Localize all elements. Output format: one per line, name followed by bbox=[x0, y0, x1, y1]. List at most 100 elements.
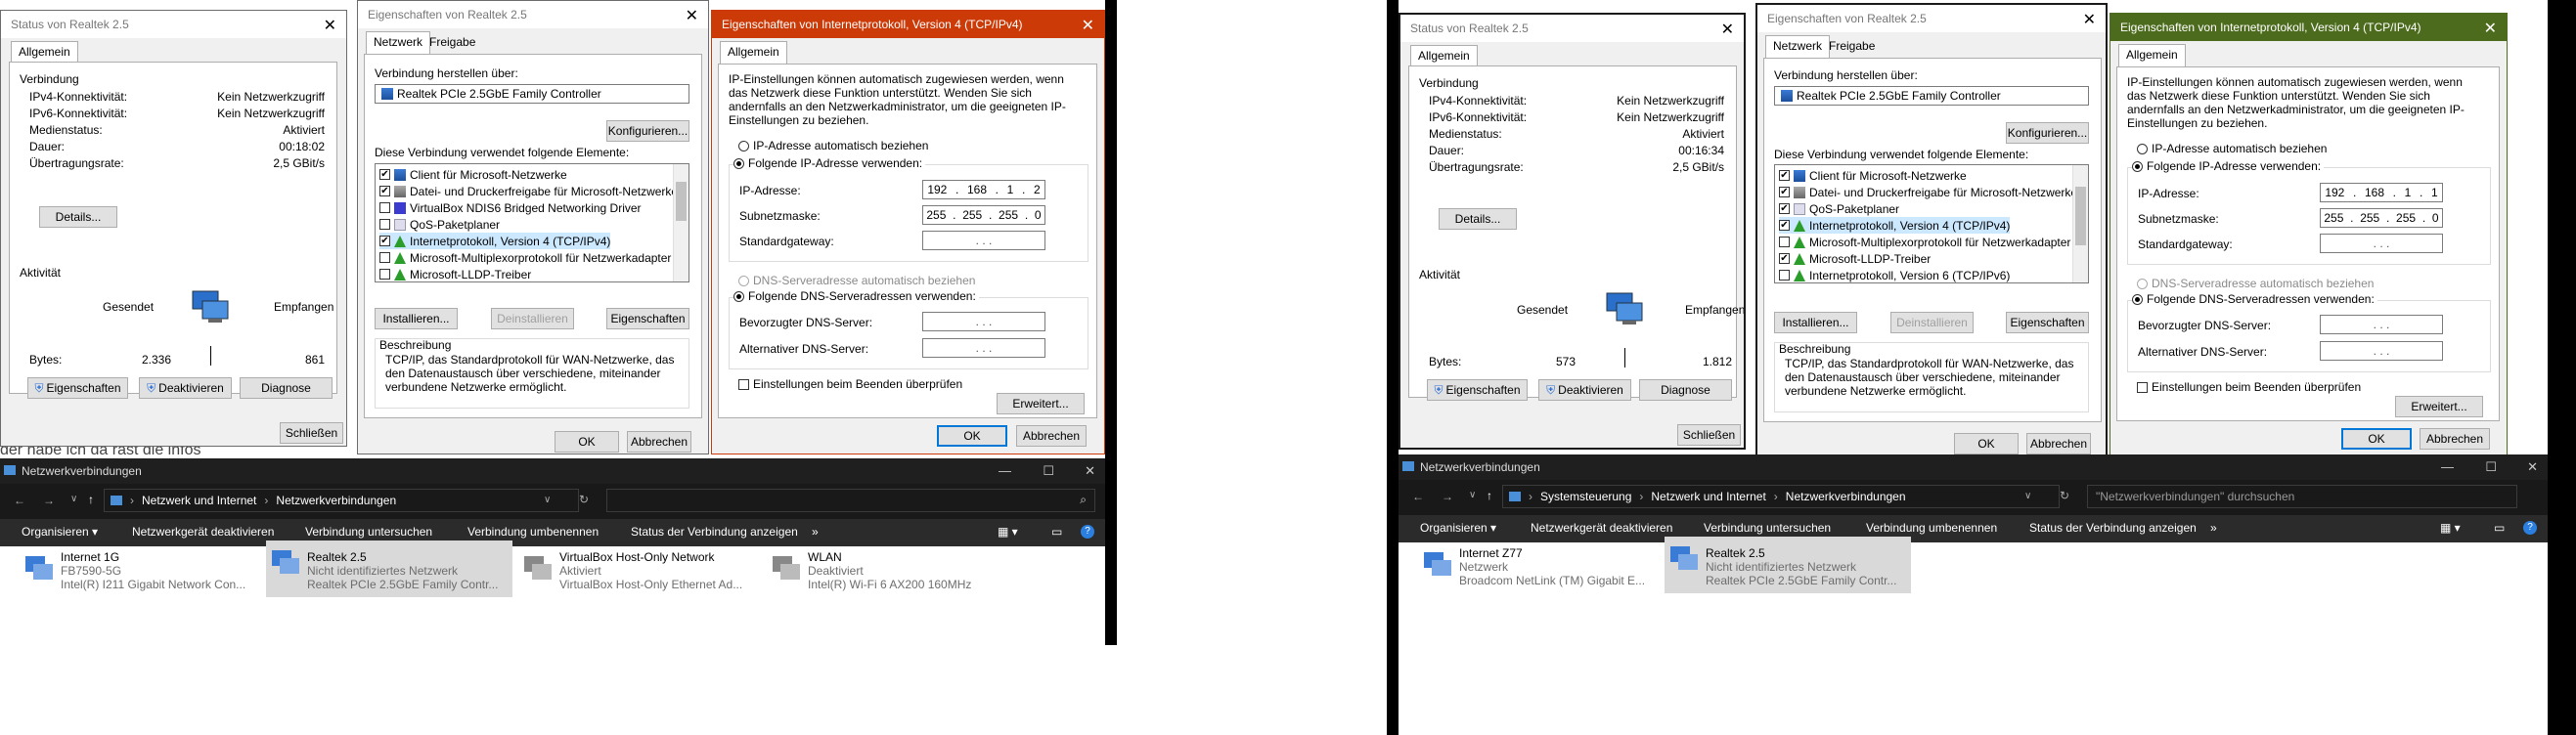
advanced-button[interactable]: Erweitert... bbox=[2395, 396, 2483, 417]
manual-ip-radio[interactable]: Folgende IP-Adresse verwenden: bbox=[2132, 159, 2325, 173]
checkbox[interactable] bbox=[379, 269, 390, 280]
ipv4-titlebar[interactable]: Eigenschaften von Internetprotokoll, Ver… bbox=[2110, 14, 2507, 41]
diagnose-button[interactable]: Diagnose bbox=[240, 377, 333, 399]
checkbox[interactable]: ✔ bbox=[379, 236, 390, 246]
checkbox[interactable]: ✔ bbox=[379, 169, 390, 180]
preview-pane-icon[interactable]: ▭ bbox=[1051, 525, 1062, 539]
list-item[interactable]: VirtualBox NDIS6 Bridged Networking Driv… bbox=[379, 199, 642, 216]
ok-button[interactable]: OK bbox=[1954, 433, 2019, 454]
more-button[interactable]: » bbox=[2210, 521, 2217, 535]
forward-icon[interactable]: → bbox=[43, 494, 55, 507]
list-item[interactable]: ✔ Client für Microsoft-Netzwerke bbox=[1779, 167, 1967, 184]
install-button[interactable]: Installieren... bbox=[375, 308, 458, 329]
configure-button[interactable]: Konfigurieren... bbox=[2006, 122, 2089, 144]
elements-list[interactable]: ✔ Client für Microsoft-Netzwerke ✔ Datei- … bbox=[1774, 164, 2089, 283]
list-item-selected[interactable]: ✔ Internetprotokoll, Version 4 (TCP/IPv4) bbox=[379, 233, 611, 249]
advanced-button[interactable]: Erweitert... bbox=[997, 393, 1085, 414]
search-input[interactable]: "Netzwerkverbindungen" durchsuchen bbox=[2087, 485, 2517, 508]
mask-input[interactable]: 255. 255. 255. 0 bbox=[2320, 208, 2443, 228]
list-item[interactable]: ✔ Datei- und Druckerfreigabe für Microsof… bbox=[1779, 184, 2077, 200]
maximize-icon[interactable]: ☐ bbox=[1043, 463, 1054, 479]
close-icon[interactable]: ✕ bbox=[2484, 19, 2497, 38]
up-icon[interactable]: ↑ bbox=[88, 493, 94, 506]
view-options-icon[interactable]: ▦ ▾ bbox=[2440, 521, 2461, 535]
rename-button[interactable]: Verbindung umbenennen bbox=[1866, 521, 1997, 535]
checkbox[interactable] bbox=[379, 202, 390, 213]
manual-ip-radio[interactable]: Folgende IP-Adresse verwenden: bbox=[733, 156, 926, 170]
disable-button[interactable]: ⛨ Deaktivieren bbox=[139, 377, 232, 399]
checkbox[interactable]: ✔ bbox=[1779, 170, 1790, 181]
minimize-icon[interactable]: — bbox=[2441, 459, 2454, 474]
tab-general[interactable]: Allgemein bbox=[720, 41, 787, 64]
auto-ip-radio[interactable]: IP-Adresse automatisch beziehen bbox=[2137, 142, 2327, 155]
tab-general[interactable]: Allgemein bbox=[1410, 45, 1478, 67]
ipv4-titlebar[interactable]: Eigenschaften von Internetprotokoll, Ver… bbox=[712, 11, 1104, 38]
validate-checkbox[interactable]: Einstellungen beim Beenden überprüfen bbox=[738, 377, 962, 391]
preview-pane-icon[interactable]: ▭ bbox=[2494, 521, 2505, 535]
dns1-input[interactable]: . . . bbox=[922, 312, 1045, 331]
close-icon[interactable]: ✕ bbox=[1082, 16, 1094, 35]
cancel-button[interactable]: Abbrechen bbox=[2420, 428, 2490, 450]
cancel-button[interactable]: Abbrechen bbox=[1016, 425, 1087, 447]
cancel-button[interactable]: Abbrechen bbox=[627, 431, 691, 453]
tab-network[interactable]: Netzwerk bbox=[1765, 35, 1831, 58]
back-icon[interactable]: ← bbox=[1412, 490, 1424, 503]
maximize-icon[interactable]: ☐ bbox=[2485, 459, 2497, 475]
ok-button[interactable]: OK bbox=[2341, 428, 2412, 450]
diagnose-button[interactable]: Diagnose bbox=[1639, 379, 1732, 401]
dns2-input[interactable]: . . . bbox=[2320, 341, 2443, 361]
auto-ip-radio[interactable]: IP-Adresse automatisch beziehen bbox=[738, 139, 928, 152]
close-icon[interactable]: ✕ bbox=[686, 6, 698, 25]
properties-button[interactable]: ⛨ Eigenschaften bbox=[27, 377, 128, 399]
view-status-button[interactable]: Status der Verbindung anzeigen bbox=[631, 525, 798, 539]
cancel-button[interactable]: Abbrechen bbox=[2026, 433, 2091, 454]
diagnose-button[interactable]: Verbindung untersuchen bbox=[1704, 521, 1831, 535]
chevron-down-icon[interactable]: ∨ bbox=[1469, 490, 1476, 500]
chevron-down-icon[interactable]: ∨ bbox=[544, 495, 551, 505]
view-options-icon[interactable]: ▦ ▾ bbox=[998, 525, 1018, 539]
adapter-titlebar[interactable]: Eigenschaften von Realtek 2.5 ✕ bbox=[358, 1, 708, 28]
breadcrumb-item[interactable]: Netzwerkverbindungen bbox=[276, 494, 396, 507]
back-icon[interactable]: ← bbox=[14, 494, 25, 507]
status-titlebar[interactable]: Status von Realtek 2.5 ✕ bbox=[1, 11, 346, 38]
breadcrumb-item[interactable]: Systemsteuerung bbox=[1540, 490, 1631, 503]
checkbox[interactable]: ✔ bbox=[379, 186, 390, 196]
ok-button[interactable]: OK bbox=[555, 431, 619, 453]
chevron-down-icon[interactable]: ∨ bbox=[70, 494, 77, 504]
connection-item[interactable]: VirtualBox Host-Only Network Aktiviert V… bbox=[518, 546, 763, 597]
refresh-icon[interactable]: ↻ bbox=[579, 493, 589, 506]
gateway-input[interactable]: . . . bbox=[2320, 234, 2443, 253]
organize-button[interactable]: Organisieren ▾ bbox=[1420, 521, 1496, 535]
refresh-icon[interactable]: ↻ bbox=[2060, 489, 2069, 502]
elements-list[interactable]: ✔ Client für Microsoft-Netzwerke ✔ Datei- … bbox=[375, 163, 689, 282]
minimize-icon[interactable]: — bbox=[999, 463, 1011, 478]
configure-button[interactable]: Konfigurieren... bbox=[606, 120, 689, 142]
install-button[interactable]: Installieren... bbox=[1774, 312, 1857, 333]
close-icon[interactable]: ✕ bbox=[1721, 20, 1734, 39]
checkbox[interactable] bbox=[1779, 237, 1790, 247]
list-item[interactable]: ✔ Client für Microsoft-Netzwerke bbox=[379, 166, 567, 183]
address-field[interactable]: › Netzwerk und Internet › Netzwerkverbin… bbox=[104, 489, 579, 512]
help-icon[interactable]: ? bbox=[2523, 521, 2537, 535]
list-item[interactable]: ✔ QoS-Paketplaner bbox=[1779, 200, 1899, 217]
checkbox[interactable]: ✔ bbox=[1779, 187, 1790, 197]
properties-button[interactable]: ⛨ Eigenschaften bbox=[1427, 379, 1528, 401]
view-status-button[interactable]: Status der Verbindung anzeigen bbox=[2029, 521, 2197, 535]
more-button[interactable]: » bbox=[812, 525, 819, 539]
mask-input[interactable]: 255. 255. 255. 0 bbox=[922, 205, 1045, 225]
validate-checkbox[interactable]: Einstellungen beim Beenden überprüfen bbox=[2137, 380, 2361, 394]
disable-device-button[interactable]: Netzwerkgerät deaktivieren bbox=[132, 525, 274, 539]
manual-dns-radio[interactable]: Folgende DNS-Serveradressen verwenden: bbox=[733, 289, 979, 303]
list-item[interactable]: ✔ Datei- und Druckerfreigabe für Microsof… bbox=[379, 183, 678, 199]
explorer-titlebar[interactable]: Netzwerkverbindungen — ☐ ✕ bbox=[1399, 454, 2548, 480]
ip-input[interactable]: 192. 168. 1. 1 bbox=[2320, 183, 2443, 202]
explorer-titlebar[interactable]: Netzwerkverbindungen — ☐ ✕ bbox=[0, 458, 1105, 484]
details-button[interactable]: Details... bbox=[39, 206, 117, 228]
help-icon[interactable]: ? bbox=[1081, 525, 1094, 539]
organize-button[interactable]: Organisieren ▾ bbox=[22, 525, 98, 539]
ok-button[interactable]: OK bbox=[937, 425, 1007, 447]
rename-button[interactable]: Verbindung umbenennen bbox=[467, 525, 599, 539]
checkbox[interactable] bbox=[379, 219, 390, 230]
tab-general[interactable]: Allgemein bbox=[11, 41, 78, 64]
scrollbar[interactable] bbox=[673, 164, 688, 281]
